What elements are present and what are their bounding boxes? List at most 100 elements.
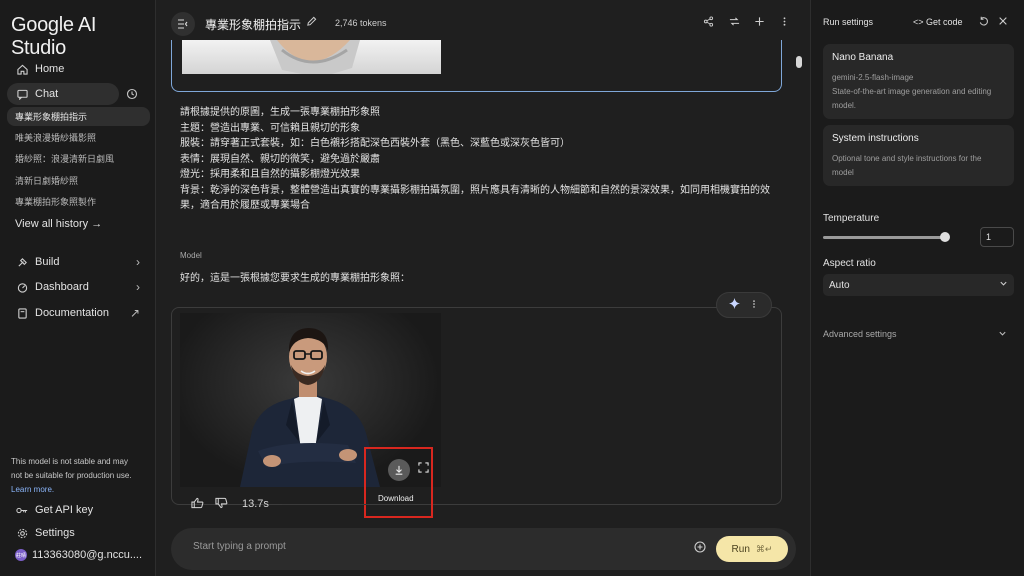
temperature-slider-thumb[interactable] [940,232,950,242]
token-count: 2,746 tokens [335,18,387,28]
nav-home-label: Home [35,63,65,75]
user-message-card [171,40,782,92]
nav-build[interactable]: Build › [7,251,150,273]
prompt-line: 燈光：採用柔和且自然的攝影棚燈光效果 [180,169,360,180]
aspect-ratio-value: Auto [829,279,850,291]
new-chat-icon[interactable] [752,16,766,30]
model-reply-text: 好的，這是一張根據您要求生成的專業棚拍形象照： [180,273,410,284]
history-item[interactable]: 專業棚拍形象照製作 [7,192,150,211]
aspect-ratio-select[interactable]: Auto [823,274,1014,296]
prompt-line: 主題：營造出專業、可信賴且親切的形象 [180,122,360,134]
key-icon [15,503,29,517]
nav-home[interactable]: Home [7,58,150,80]
run-label: Run [731,543,750,555]
run-settings-title: Run settings [823,17,874,27]
nav-documentation-label: Documentation [35,307,109,319]
system-instructions-description: Optional tone and style instructions for… [832,154,982,177]
highlight-box [364,447,433,518]
prompt-line: 背景：乾淨的深色背景，整體營造出真實的專業攝影棚拍攝氛圍，照片應具有清晰的人物細… [180,184,770,212]
view-all-history-link[interactable]: View all history → [15,218,102,230]
prompt-line: 服裝：請穿著正式套裝，如：白色襯衫搭配深色西裝外套（黑色、深藍色或深灰色皆可） [180,138,570,149]
scroll-thumb[interactable] [796,56,802,68]
nav-documentation[interactable]: Documentation ↗ [7,302,150,324]
model-disclaimer: This model is not stable and may not be … [11,455,141,497]
prompt-line: 請根據提供的原圖，生成一張專業棚拍形象照 [180,107,380,118]
compare-icon[interactable] [727,16,741,30]
get-api-key-button[interactable]: Get API key [7,499,150,521]
nav-dashboard-label: Dashboard [35,281,89,293]
get-code-button[interactable]: <> Get code [913,17,963,27]
sparkle-icon[interactable] [729,298,741,312]
disclaimer-text: This model is not stable and may not be … [11,457,132,480]
more-vert-icon[interactable] [749,299,759,312]
chat-scrollbar[interactable] [795,50,803,520]
prompt-line: 表情：展現自然、親切的微笑，避免過於嚴肅 [180,153,380,165]
close-icon[interactable] [998,16,1008,29]
share-icon[interactable] [701,16,715,30]
run-settings-panel: Run settings <> Get code Nano Banana gem… [810,0,1024,576]
divider [282,504,368,505]
get-api-key-label: Get API key [35,504,94,516]
more-vert-icon[interactable] [777,16,791,30]
avatar: 莊晴 [15,549,27,561]
nav-chat[interactable]: Chat [7,83,119,105]
history-item[interactable]: 專業形象棚拍指示 [7,107,150,126]
user-prompt-text: 請根據提供的原圖，生成一張專業棚拍形象照 主題：營造出專業、可信賴且親切的形象 … [180,105,780,214]
nav-build-label: Build [35,256,60,268]
thumbs-down-icon[interactable] [215,497,228,512]
gear-icon [15,526,29,540]
prompt-bar: Run ⌘↵ [171,528,796,570]
left-sidebar: Google AI Studio Home Chat 專業形象棚拍指示 唯美浪漫… [0,0,156,576]
pencil-icon[interactable] [306,16,317,30]
nav-chat-label: Chat [35,88,59,100]
history-item[interactable]: 唯美浪漫婚紗攝影照 [7,128,150,147]
account-button[interactable]: 莊晴 113363080@g.nccu.... [7,544,153,566]
aspect-ratio-label: Aspect ratio [823,258,876,269]
prompt-input[interactable] [193,541,673,552]
run-shortcut: ⌘↵ [755,543,773,554]
model-id: gemini-2.5-flash-image [832,73,914,82]
nav-dashboard[interactable]: Dashboard › [7,276,150,298]
history-item[interactable]: 清新日劇婚紗照 [7,171,150,190]
external-link-icon: ↗ [129,306,140,320]
collapse-sidebar-button[interactable] [171,12,195,36]
reset-icon[interactable] [978,16,989,30]
system-instructions-card[interactable]: System instructions Optional tone and st… [823,125,1014,186]
thumbs-up-icon[interactable] [191,497,204,512]
temperature-input[interactable] [980,227,1014,247]
chevron-right-icon: › [136,280,140,294]
history-icon[interactable] [126,88,142,104]
documentation-icon [15,306,29,320]
get-code-label: Get code [926,17,963,27]
advanced-settings-toggle[interactable]: Advanced settings [823,329,897,339]
temperature-label: Temperature [823,213,880,224]
model-selector-card[interactable]: Nano Banana gemini-2.5-flash-image State… [823,44,1014,119]
model-name: Nano Banana [832,52,894,63]
page-title[interactable]: 專業形象棚拍指示 [205,16,301,33]
system-instructions-title: System instructions [832,133,919,144]
dashboard-icon [15,280,29,294]
settings-label: Settings [35,527,75,539]
chat-icon [15,87,29,101]
uploaded-photo[interactable] [182,40,441,74]
history-item[interactable]: 婚紗照：浪漫清新日劇風 [7,149,150,168]
account-email: 113363080@g.nccu.... [32,549,143,561]
chevron-down-icon [999,279,1008,290]
run-button[interactable]: Run ⌘↵ [716,536,788,562]
learn-more-link[interactable]: Learn more. [11,485,54,494]
temperature-slider[interactable] [823,236,945,239]
response-time: 13.7s [242,498,269,510]
app-logo[interactable]: Google AI Studio [11,14,155,60]
model-description: State-of-the-art image generation and ed… [832,87,992,110]
chevron-down-icon[interactable] [998,329,1007,340]
arrow-right-icon: → [91,218,103,230]
add-media-icon[interactable] [694,541,706,556]
menu-collapse-icon [178,19,188,29]
home-icon [15,62,29,76]
settings-button[interactable]: Settings [7,522,150,544]
code-icon: <> [913,17,924,27]
build-icon [15,255,29,269]
chevron-right-icon: › [136,255,140,269]
model-label: Model [180,251,202,260]
response-actions [716,292,772,318]
